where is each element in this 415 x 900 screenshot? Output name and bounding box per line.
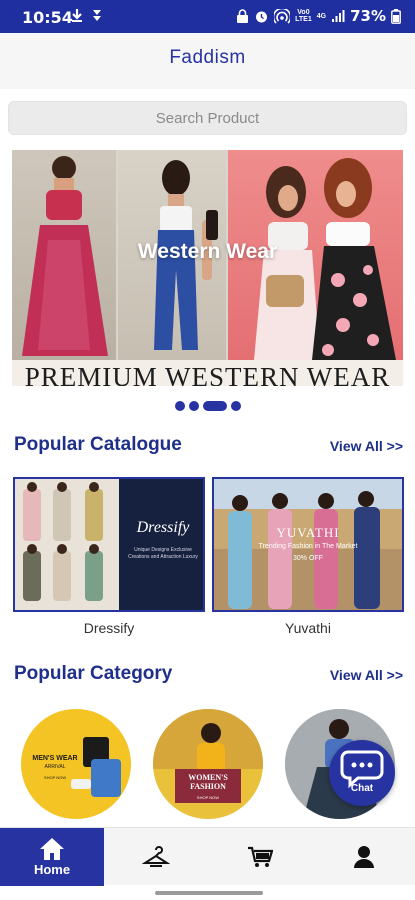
network-type: Vo0 LTE1 — [295, 9, 312, 23]
profile-icon — [354, 846, 374, 868]
chat-label: Chat — [350, 783, 374, 794]
category-womens-fashion[interactable]: WOMEN'S FASHION SHOP NOW — [153, 709, 263, 819]
yuvathi-brand-offer: 30% OFF — [293, 555, 323, 562]
search-input[interactable] — [9, 102, 406, 134]
dressify-thumbnail — [15, 479, 203, 610]
catalogue-card-yuvathi[interactable]: YUVATHI Trending Fashion in The Market 3… — [212, 477, 404, 612]
battery-icon — [391, 8, 401, 24]
carousel-dot-active[interactable] — [202, 401, 227, 411]
catalogue-card-dressify[interactable]: Dressify Unique Designs Exclusive Creati… — [13, 477, 205, 612]
hero-banner[interactable]: PREMIUM WESTERN WEAR Western Wear — [12, 150, 403, 386]
app-header: Faddism — [0, 33, 415, 89]
download-icon — [93, 10, 101, 21]
dressify-brand-sub: Unique Designs Exclusive Creations and A… — [128, 547, 198, 560]
carousel-dot[interactable] — [230, 401, 241, 411]
status-bar: 10:54 Vo0 LTE1 4G 73% — [0, 0, 415, 33]
app-title: Faddism — [169, 47, 246, 68]
banner-title: Western Wear — [137, 240, 278, 263]
nav-catalogue[interactable] — [104, 828, 208, 886]
signal-icon — [332, 10, 345, 22]
chat-button[interactable]: Chat — [329, 740, 395, 806]
cart-icon — [248, 846, 273, 867]
popular-catalogue-title: Popular Catalogue — [14, 434, 182, 455]
mens-wear-tag: SHOP NOW — [43, 775, 67, 780]
womens-fashion-art — [153, 709, 263, 803]
notification-icon — [72, 9, 82, 22]
yuvathi-brand-sub: Trending Fashion in The Market — [258, 543, 358, 550]
nav-profile[interactable] — [312, 828, 415, 886]
status-time: 10:54 — [22, 8, 73, 27]
hanger-icon — [142, 846, 170, 867]
yuvathi-brand: YUVATHI — [276, 525, 340, 540]
carousel-dot[interactable] — [188, 401, 199, 411]
sim-lock-icon — [237, 8, 249, 23]
mens-wear-text: MEN'S WEAR — [32, 755, 78, 762]
catalogue-view-all-link[interactable]: View All >> — [330, 438, 403, 454]
womens-fashion-tag: SHOP NOW — [196, 795, 220, 800]
network-4g: 4G — [316, 12, 327, 20]
carousel-dots — [0, 401, 415, 411]
gesture-home-bar[interactable] — [155, 891, 263, 895]
nav-cart[interactable] — [208, 828, 312, 886]
mens-wear-sub: ARRIVAL — [44, 764, 66, 770]
dressify-brand: Dressify — [136, 519, 190, 536]
status-right-icons: Vo0 LTE1 4G 73% — [236, 7, 401, 25]
hotspot-icon — [274, 8, 291, 24]
womens-fashion-text: WOMEN'S FASHION — [188, 773, 228, 791]
nav-home-label: Home — [33, 862, 71, 877]
search-bar[interactable] — [8, 101, 407, 135]
nav-home[interactable]: Home — [0, 828, 104, 886]
category-mens-wear[interactable]: MEN'S WEAR ARRIVAL SHOP NOW — [21, 709, 131, 819]
popular-category-title: Popular Category — [14, 663, 173, 684]
catalogue-label-yuvathi: Yuvathi — [285, 620, 331, 636]
category-view-all-link[interactable]: View All >> — [330, 667, 403, 683]
battery-percent: 73% — [350, 7, 386, 25]
alarm-icon — [256, 11, 268, 22]
banner-tagline: PREMIUM WESTERN WEAR — [24, 362, 391, 386]
home-icon — [40, 838, 64, 860]
status-left-icons — [70, 8, 104, 24]
carousel-dot[interactable] — [174, 401, 185, 411]
catalogue-label-dressify: Dressify — [83, 620, 135, 636]
bottom-navigation: Home — [0, 827, 415, 886]
